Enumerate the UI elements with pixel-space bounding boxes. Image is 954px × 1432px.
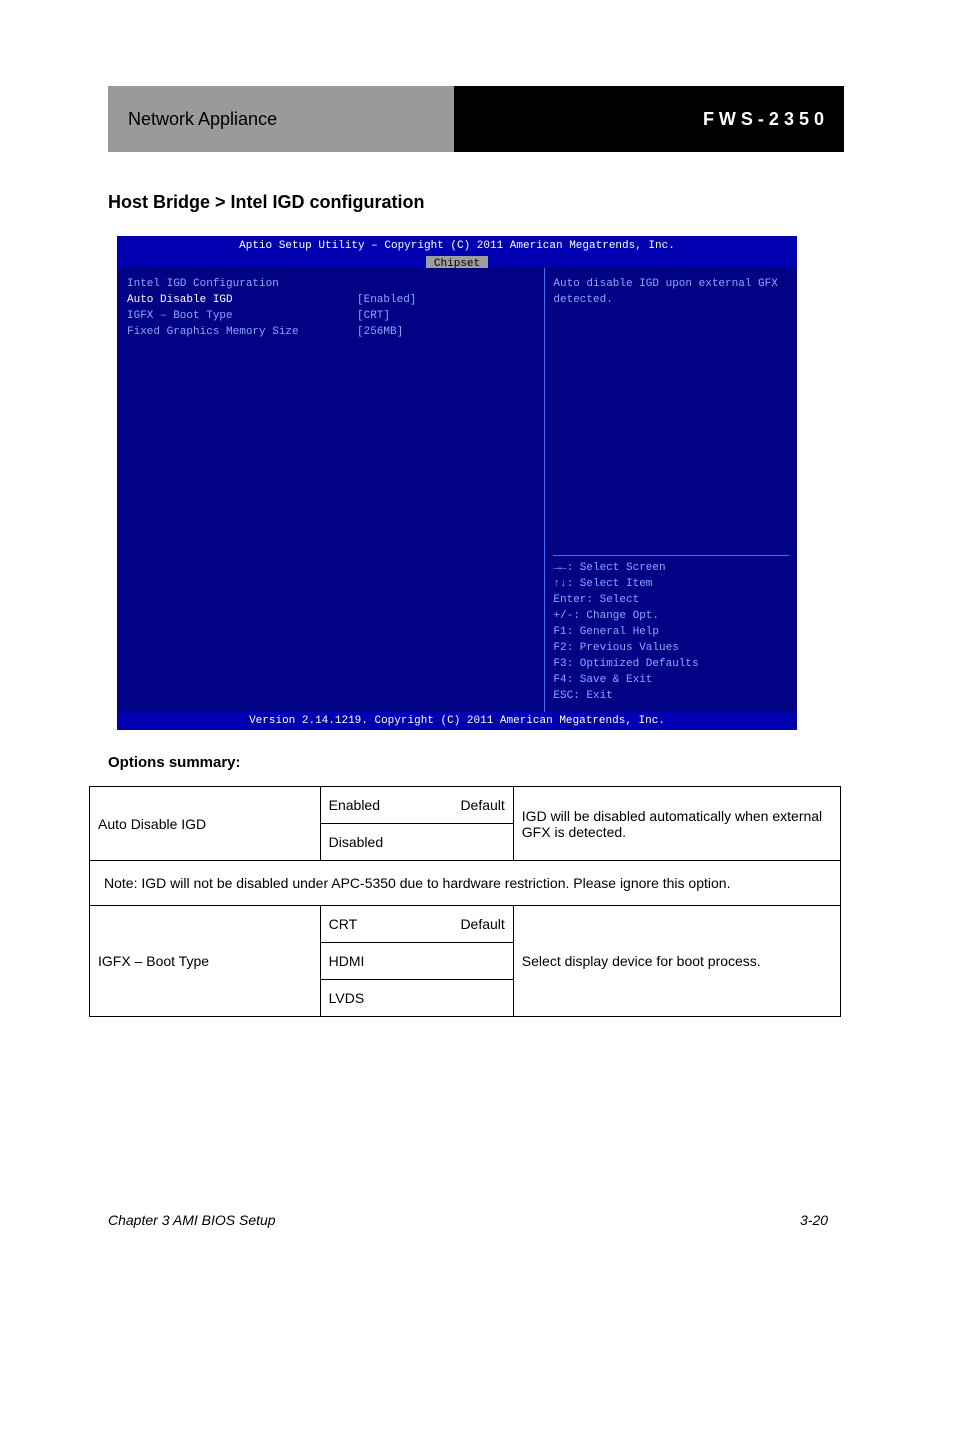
page-header: Network Appliance F W S - 2 3 5 0 [108,86,844,152]
cell-note: Note: IGD will not be disabled under APC… [90,861,841,906]
cell-option-desc: IGD will be disabled automatically when … [513,787,840,861]
header-left: Network Appliance [108,86,454,152]
bios-nav-line: ↑↓: Select Item [553,576,789,592]
options-summary-heading: Options summary: [108,754,241,771]
cell-option-value: Enabled Default [320,787,513,824]
bios-help-text: Auto disable IGD upon external GFX detec… [553,276,789,308]
bios-nav-line: Enter: Select [553,592,789,608]
bios-left-panel: Intel IGD Configuration Auto Disable IGD… [117,268,545,712]
table-row: Auto Disable IGD Enabled Default IGD wil… [90,787,841,824]
bios-row-label: IGFX – Boot Type [127,308,357,324]
cell-option-desc: Select display device for boot process. [513,906,840,1017]
bios-nav-line: ESC: Exit [553,688,789,704]
bios-row-igfx-boot-type: IGFX – Boot Type [CRT] [127,308,534,324]
table-row-note: Note: IGD will not be disabled under APC… [90,861,841,906]
bios-nav-line: +/-: Change Opt. [553,608,789,624]
bios-nav-line: F3: Optimized Defaults [553,656,789,672]
cell-option-name: Auto Disable IGD [90,787,321,861]
options-table: Auto Disable IGD Enabled Default IGD wil… [89,786,841,1017]
cell-option-value: LVDS [320,980,513,1017]
bios-nav-line: F4: Save & Exit [553,672,789,688]
option-default-tag: Default [460,916,504,932]
page-footer-left: Chapter 3 AMI BIOS Setup [108,1212,276,1228]
table-row: IGFX – Boot Type CRT Default Select disp… [90,906,841,943]
cell-option-value: Disabled [320,824,513,861]
bios-row-label: Auto Disable IGD [127,292,357,308]
bios-row-value: [CRT] [357,308,390,324]
host-bridge-heading: Host Bridge > Intel IGD configuration [108,192,425,213]
bios-row-value: [Enabled] [357,292,416,308]
cell-option-value: HDMI [320,943,513,980]
bios-row-fixed-gmem: Fixed Graphics Memory Size [256MB] [127,324,534,340]
bios-right-panel: Auto disable IGD upon external GFX detec… [545,268,797,712]
header-right: F W S - 2 3 5 0 [454,86,844,152]
bios-row-label: Fixed Graphics Memory Size [127,324,357,340]
bios-nav-line: F1: General Help [553,624,789,640]
bios-screenshot: Aptio Setup Utility – Copyright (C) 2011… [117,236,797,730]
bios-nav-line: F2: Previous Values [553,640,789,656]
page-footer-right: 3-20 [800,1212,828,1228]
bios-title: Aptio Setup Utility – Copyright (C) 2011… [117,238,797,254]
option-value: CRT [329,916,358,932]
bios-nav-line: →←: Select Screen [553,560,789,576]
bios-row-auto-disable-igd: Auto Disable IGD [Enabled] [127,292,534,308]
bios-titlebar: Aptio Setup Utility – Copyright (C) 2011… [117,236,797,268]
option-value: Enabled [329,797,380,813]
bios-row-value: [256MB] [357,324,403,340]
cell-option-name: IGFX – Boot Type [90,906,321,1017]
bios-section-heading: Intel IGD Configuration [127,276,534,292]
option-default-tag: Default [460,797,504,813]
bios-footer: Version 2.14.1219. Copyright (C) 2011 Am… [117,712,797,730]
bios-body: Intel IGD Configuration Auto Disable IGD… [117,268,797,712]
bios-nav-block: →←: Select Screen ↑↓: Select Item Enter:… [553,551,789,704]
cell-option-value: CRT Default [320,906,513,943]
